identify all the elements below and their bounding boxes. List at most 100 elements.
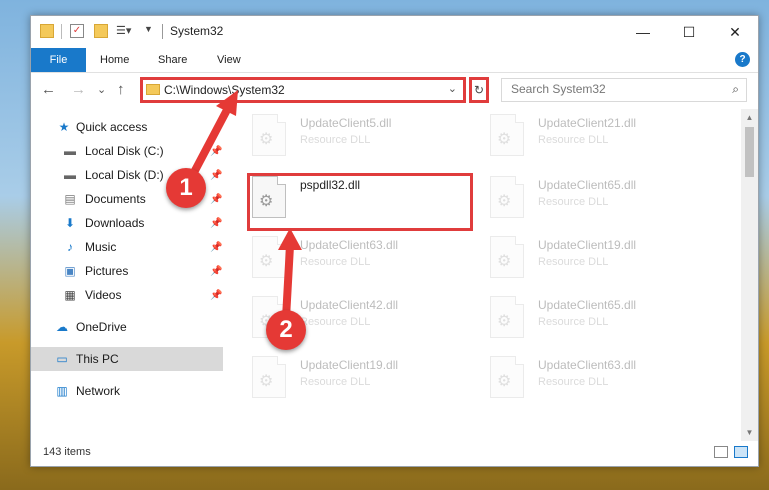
pin-icon[interactable]: 📌 [210,218,222,229]
pin-icon[interactable]: 📌 [210,194,222,205]
up-button[interactable]: ↑ [117,81,125,98]
pin-icon[interactable]: 📌 [210,170,222,181]
address-path[interactable]: C:\Windows\System32 [164,83,285,97]
sidebar-item-label: Local Disk (D:) [85,168,164,182]
scroll-up-icon[interactable]: ▲ [741,109,758,126]
music-icon: ♪ [67,240,73,254]
tab-view[interactable]: View [217,48,241,72]
sidebar-item-label: Documents [85,192,146,206]
sidebar-item-network[interactable]: ▥ Network [31,379,223,403]
divider [61,24,62,39]
gear-icon: ⚙ [259,253,274,270]
picture-icon: ▣ [64,264,76,278]
file-item[interactable]: ⚙ UpdateClient5.dll Resource DLL [252,114,482,166]
pin-icon[interactable]: 📌 [210,290,222,301]
sidebar-item-label: Videos [85,288,122,302]
dll-file-icon: ⚙ [252,236,286,278]
details-view-icon[interactable] [714,446,728,458]
search-placeholder: Search System32 [511,82,606,96]
sidebar-item-this-pc[interactable]: ▭ This PC [31,347,223,371]
download-icon: ⬇ [64,216,76,230]
forward-button[interactable]: → [71,81,86,98]
explorer-window: ✓ ☰▾ ▼ System32 — ☐ ✕ File Home Share Vi… [30,15,759,467]
dll-file-icon: ⚙ [490,176,524,218]
recent-locations-button[interactable]: ⌄ [97,83,106,96]
chevron-down-icon[interactable]: ⌄ [448,82,457,95]
sidebar-item-label: This PC [76,352,119,366]
sidebar-item-label: Network [76,384,121,398]
tab-home[interactable]: Home [100,48,129,72]
minimize-button[interactable]: — [620,16,666,48]
file-type: Resource DLL [300,134,371,146]
sidebar-item-onedrive[interactable]: ☁ OneDrive [31,315,223,339]
step-badge-1: 1 [166,168,206,208]
tab-share[interactable]: Share [158,48,187,72]
maximize-button[interactable]: ☐ [666,16,712,48]
back-button[interactable]: ← [41,81,56,98]
file-item[interactable]: ⚙ UpdateClient63.dll Resource DLL [252,236,482,288]
scroll-thumb[interactable] [745,127,754,177]
ribbon-tabs: File Home Share View ? [31,48,758,73]
folder-icon[interactable] [40,24,54,38]
close-button[interactable]: ✕ [712,16,758,48]
file-type: Resource DLL [538,134,609,146]
dll-file-icon: ⚙ [490,296,524,338]
dll-file-icon: ⚙ [252,356,286,398]
sidebar-item-downloads[interactable]: ⬇ Downloads 📌 [31,211,223,235]
search-icon[interactable]: ⌕ [732,82,739,97]
file-item[interactable]: ⚙ UpdateClient19.dll Resource DLL [490,236,720,288]
file-item[interactable]: ⚙ UpdateClient21.dll Resource DLL [490,114,720,166]
sidebar-item-music[interactable]: ♪ Music 📌 [31,235,223,259]
file-item[interactable]: ⚙ UpdateClient65.dll Resource DLL [490,176,720,228]
sidebar-item-local-disk-c[interactable]: ▬ Local Disk (C:) 📌 [31,139,223,163]
file-name: UpdateClient19.dll [300,358,399,372]
pin-icon[interactable]: 📌 [210,242,222,253]
file-item[interactable]: ⚙ UpdateClient65.dll Resource DLL [490,296,720,348]
pin-icon[interactable]: 📌 [210,146,222,157]
gear-icon: ⚙ [259,373,274,390]
file-name: UpdateClient65.dll [538,178,637,192]
gear-icon: ⚙ [259,131,274,148]
file-item[interactable]: ⚙ UpdateClient63.dll Resource DLL [490,356,720,408]
customize-toolbar-icon[interactable]: ☰▾ [116,24,138,38]
step-badge-2: 2 [266,310,306,350]
file-name: UpdateClient63.dll [538,358,637,372]
drive-icon: ▬ [64,168,76,182]
gear-icon: ⚙ [497,131,512,148]
gear-icon: ⚙ [497,253,512,270]
refresh-button[interactable]: ↻ [469,77,489,103]
scroll-down-icon[interactable]: ▼ [741,424,758,441]
document-icon: ▤ [64,192,76,206]
sidebar-item-pictures[interactable]: ▣ Pictures 📌 [31,259,223,283]
title-bar: ✓ ☰▾ ▼ System32 — ☐ ✕ [31,16,758,48]
file-highlight-box [247,173,473,231]
sidebar-item-label: Music [85,240,117,254]
vertical-scrollbar[interactable]: ▲ ▼ [741,109,758,441]
tab-file[interactable]: File [31,48,86,72]
file-type: Resource DLL [300,256,371,268]
star-icon: ★ [58,120,70,134]
sidebar-item-videos[interactable]: ▦ Videos 📌 [31,283,223,307]
address-bar[interactable]: C:\Windows\System32 ⌄ [140,77,466,103]
search-input[interactable]: Search System32 ⌕ [501,78,747,102]
cloud-icon: ☁ [56,320,68,334]
sidebar-item-label: Downloads [85,216,145,230]
sidebar-item-quick-access[interactable]: ★ Quick access [31,115,223,139]
file-type: Resource DLL [538,196,609,208]
file-name: UpdateClient19.dll [538,238,637,252]
dll-file-icon: ⚙ [252,114,286,156]
properties-icon[interactable]: ✓ [70,24,84,38]
dropdown-arrow-icon[interactable]: ▼ [144,24,158,38]
file-name: UpdateClient63.dll [300,238,399,252]
file-list: ⚙ UpdateClient5.dll Resource DLL ⚙ Updat… [228,109,741,441]
video-icon: ▦ [64,288,76,302]
folder-icon [146,84,160,95]
help-icon[interactable]: ? [735,52,750,67]
new-folder-icon[interactable] [94,24,108,38]
pin-icon[interactable]: 📌 [210,266,222,277]
file-item[interactable]: ⚙ UpdateClient19.dll Resource DLL [252,356,482,408]
file-type: Resource DLL [538,316,609,328]
network-icon: ▥ [56,384,68,398]
dll-file-icon: ⚙ [490,114,524,156]
large-icons-view-icon[interactable] [734,446,748,458]
